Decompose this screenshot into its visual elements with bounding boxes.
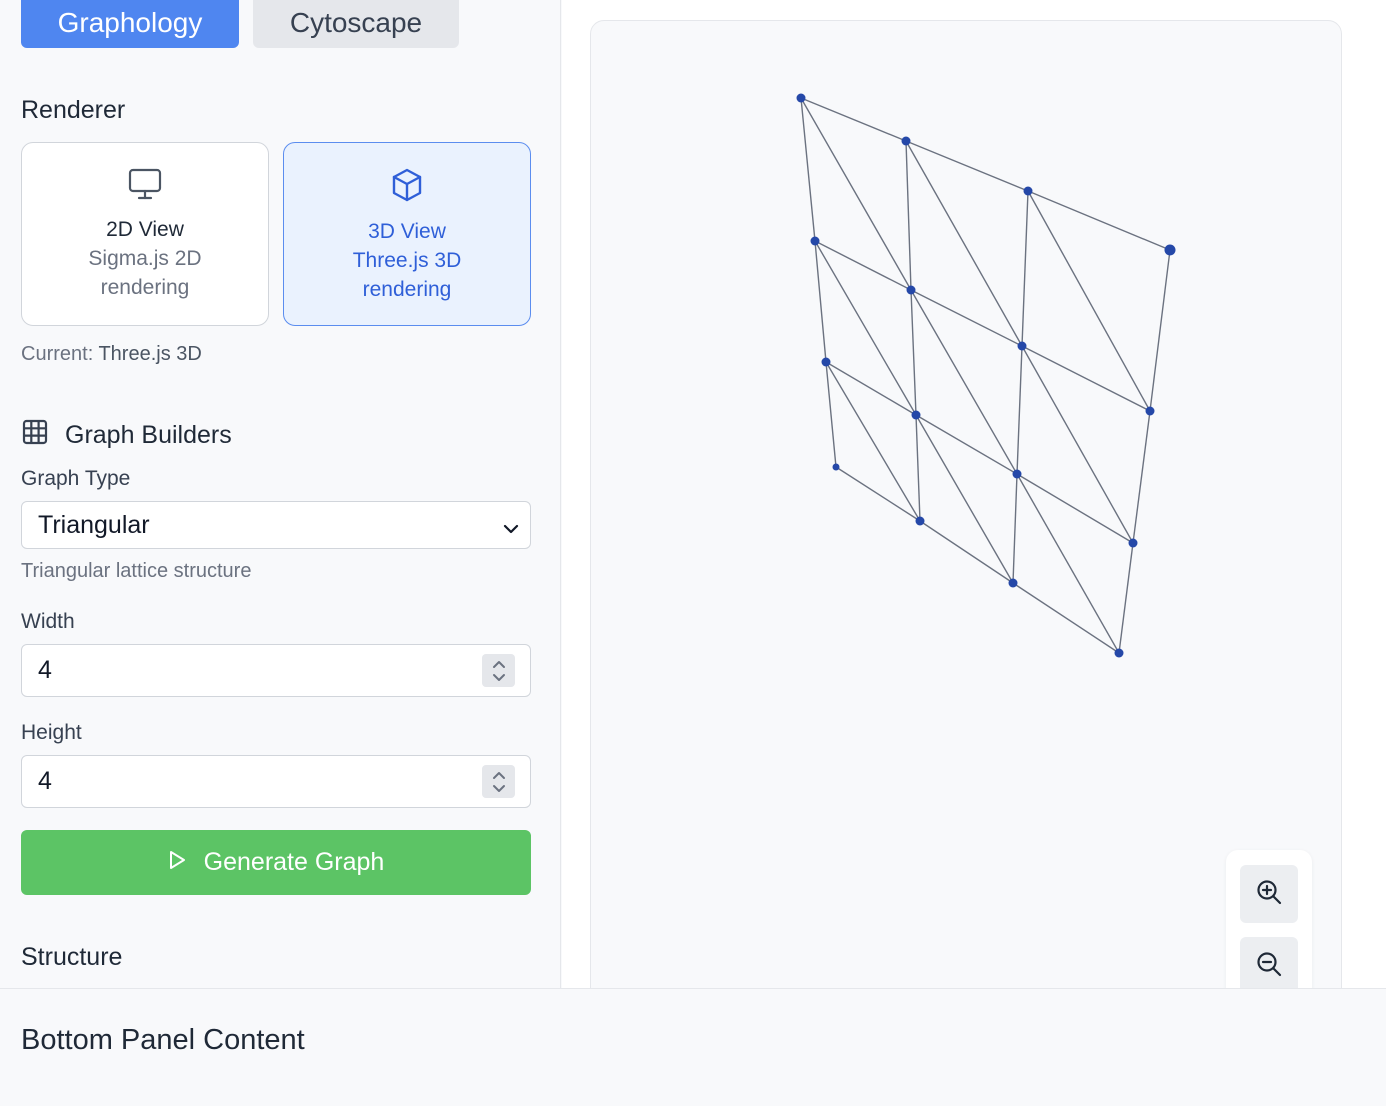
graph-node[interactable] — [810, 236, 820, 246]
graph-edge — [1021, 345, 1134, 544]
renderer-3d-title: 3D View — [368, 220, 446, 243]
graph-node[interactable] — [1145, 406, 1155, 416]
graph-node[interactable] — [1023, 186, 1033, 196]
width-label: Width — [21, 610, 75, 633]
renderer-2d-subtitle: Sigma.js 2D rendering — [88, 247, 202, 299]
graph-edge — [1016, 473, 1134, 544]
grid-icon — [21, 418, 49, 453]
graph-edge — [905, 140, 912, 291]
graph-edge — [825, 361, 921, 522]
cube-icon — [389, 167, 425, 208]
zoom-in-button[interactable] — [1240, 865, 1298, 923]
graphology-tab[interactable]: Graphology — [21, 0, 239, 48]
graph-type-label: Graph Type — [21, 467, 131, 490]
width-value: 4 — [38, 656, 52, 684]
graph-edge — [1012, 582, 1120, 654]
sidebar: Graphology Cytoscape Renderer 2D View Si… — [0, 0, 561, 988]
graph-node[interactable] — [901, 136, 911, 146]
graph-node[interactable] — [821, 357, 831, 367]
graph-edge — [1021, 190, 1029, 347]
graph-node[interactable] — [1164, 244, 1176, 256]
bottom-panel-title: Bottom Panel Content — [21, 1024, 305, 1056]
graph-builders-heading: Graph Builders — [21, 418, 232, 453]
graph-node[interactable] — [906, 285, 916, 295]
cytoscape-tab[interactable]: Cytoscape — [253, 0, 459, 48]
height-input[interactable]: 4 — [21, 755, 531, 808]
current-renderer: Current: Three.js 3D — [21, 343, 202, 366]
monitor-icon — [127, 167, 163, 206]
graph-type-select[interactable]: Triangular — [21, 501, 531, 549]
graph-node[interactable] — [832, 463, 840, 471]
graph-node[interactable] — [911, 410, 921, 420]
graph-edge — [1016, 473, 1120, 654]
width-stepper[interactable] — [482, 654, 515, 687]
zoom-in-icon — [1255, 878, 1283, 911]
graph-edge — [919, 520, 1014, 584]
graph-type-value: Triangular — [38, 510, 150, 539]
graph-edge — [1118, 542, 1134, 654]
graph-node[interactable] — [1012, 469, 1022, 479]
graph-view-panel — [562, 0, 1386, 1020]
graph-edge — [915, 414, 921, 522]
graph-edge — [905, 140, 1029, 192]
graph-edge — [825, 361, 917, 416]
graph-edge — [835, 466, 921, 522]
graph-edge — [905, 140, 1023, 347]
graph-edge — [1149, 249, 1171, 412]
graph-type-description: Triangular lattice structure — [21, 560, 252, 582]
renderer-3d-card[interactable]: 3D View Three.js 3D rendering — [283, 142, 531, 326]
structure-heading: Structure — [21, 943, 123, 971]
width-input[interactable]: 4 — [21, 644, 531, 697]
play-icon — [168, 848, 186, 877]
graph-node[interactable] — [1114, 648, 1124, 658]
graph-edge — [1012, 473, 1018, 584]
graph-edge — [1132, 410, 1151, 544]
graph-edge — [910, 289, 917, 416]
renderer-2d-card[interactable]: 2D View Sigma.js 2D rendering — [21, 142, 269, 326]
graph-node[interactable] — [915, 516, 925, 526]
graph-node[interactable] — [1008, 578, 1018, 588]
generate-graph-button[interactable]: Generate Graph — [21, 830, 531, 895]
zoom-out-button[interactable] — [1240, 937, 1298, 995]
graph-edge — [910, 289, 1018, 475]
renderer-2d-title: 2D View — [106, 218, 184, 241]
graph-node[interactable] — [796, 93, 806, 103]
zoom-controls — [1226, 850, 1312, 1010]
height-stepper[interactable] — [482, 765, 515, 798]
graph-edge — [1021, 345, 1151, 412]
generate-graph-label: Generate Graph — [203, 848, 385, 876]
current-renderer-value: Three.js 3D — [98, 343, 202, 365]
graph-builders-title: Graph Builders — [65, 421, 232, 449]
zoom-out-icon — [1255, 950, 1283, 983]
graph-edge — [915, 414, 1018, 475]
chevron-down-icon — [502, 516, 520, 545]
renderer-3d-subtitle: Three.js 3D rendering — [352, 249, 462, 301]
top-strip — [562, 0, 1386, 20]
graph-node[interactable] — [1017, 341, 1027, 351]
graph-node[interactable] — [1128, 538, 1138, 548]
graph-edge — [1027, 190, 1151, 412]
graph-edge — [800, 97, 907, 142]
graph-edge — [1027, 190, 1171, 251]
graph-edge — [915, 414, 1014, 584]
renderer-heading: Renderer — [21, 96, 126, 124]
current-renderer-prefix: Current: — [21, 343, 94, 365]
height-label: Height — [21, 721, 82, 744]
graph-edge — [1016, 345, 1023, 475]
height-value: 4 — [38, 767, 52, 795]
graph-edge — [814, 240, 827, 363]
